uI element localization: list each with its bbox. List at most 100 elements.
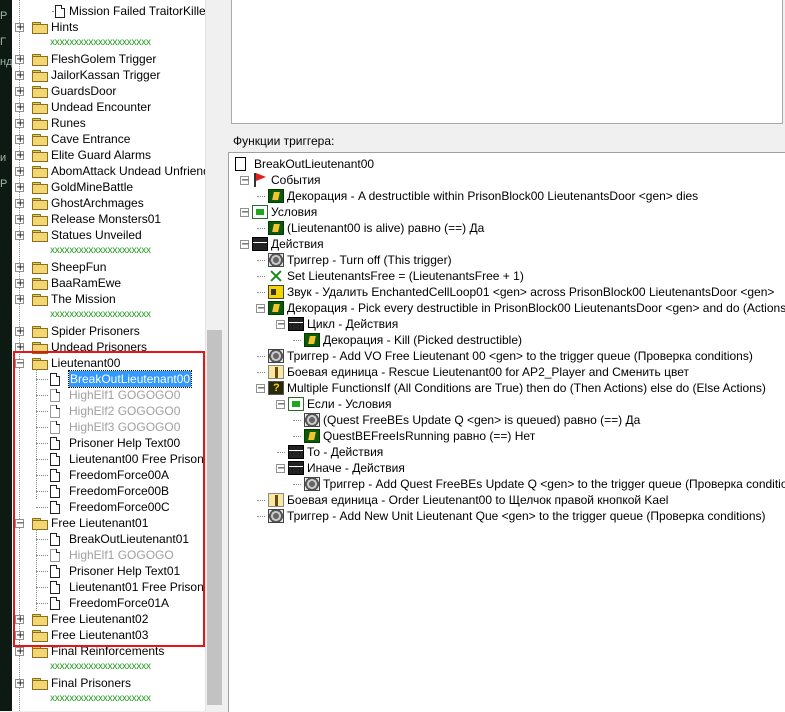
tree-scrollbar[interactable] [205, 0, 223, 711]
tree-trigger[interactable]: Prisoner Help Text01 [12, 563, 205, 579]
tree-folder[interactable]: + Cave Entrance [12, 131, 205, 147]
tree-trigger[interactable]: FreedomForce00C [12, 499, 205, 515]
collapse-icon[interactable]: − [15, 519, 24, 529]
tree-folder[interactable]: + The Mission [12, 291, 205, 307]
function-node[interactable]: Триггер - Turn off (This trigger) [229, 252, 785, 268]
tree-separator[interactable]: xxxxxxxxxxxxxxxxxxxxx [12, 659, 205, 675]
tree-trigger[interactable]: Mission Failed TraitorKilledLie [12, 3, 205, 19]
tree-folder[interactable]: − Lieutenant00 [12, 355, 205, 371]
tree-folder[interactable]: + Spider Prisoners [12, 323, 205, 339]
expand-icon[interactable]: + [15, 55, 24, 65]
function-node[interactable]: − Иначе - Действия [229, 460, 785, 476]
tree-folder[interactable]: + Undead Encounter [12, 99, 205, 115]
collapse-icon[interactable]: − [240, 240, 249, 250]
expand-icon[interactable]: + [15, 615, 24, 625]
tree-separator[interactable]: xxxxxxxxxxxxxxxxxxxxx [12, 307, 205, 323]
expand-icon[interactable]: + [15, 119, 24, 129]
function-node[interactable]: − Если - Условия [229, 396, 785, 412]
tree-folder[interactable]: + GhostArchmages [12, 195, 205, 211]
tree-trigger[interactable]: HighElf2 GOGOGO0 [12, 403, 205, 419]
expand-icon[interactable]: + [15, 199, 24, 209]
tree-folder[interactable]: + Statues Unveiled [12, 227, 205, 243]
expand-icon[interactable]: + [15, 215, 24, 225]
tree-folder[interactable]: + AbomAttack Undead Unfriendly [12, 163, 205, 179]
expand-icon[interactable]: + [15, 231, 24, 241]
expand-icon[interactable]: + [15, 263, 24, 273]
function-node[interactable]: Боевая единица - Order Lieutenant00 to Щ… [229, 492, 785, 508]
collapse-icon[interactable]: − [256, 384, 265, 394]
function-node[interactable]: Декорация - Kill (Picked destructible) [229, 332, 785, 348]
tree-folder[interactable]: + Final Prisoners [12, 675, 205, 691]
tree-trigger[interactable]: FreedomForce01A [12, 595, 205, 611]
tree-folder[interactable]: + Free Lieutenant03 [12, 627, 205, 643]
expand-icon[interactable]: + [15, 647, 24, 657]
expand-icon[interactable]: + [15, 167, 24, 177]
function-node[interactable]: Звук - Удалить EnchantedCellLoop01 <gen>… [229, 284, 785, 300]
function-node[interactable]: Триггер - Add Quest FreeBEs Update Q <ge… [229, 476, 785, 492]
tree-trigger[interactable]: Lieutenant01 Free Prisoners( [12, 579, 205, 595]
function-node[interactable]: То - Действия [229, 444, 785, 460]
tree-separator[interactable]: xxxxxxxxxxxxxxxxxxxxx [12, 243, 205, 259]
tree-folder[interactable]: + Release Monsters01 [12, 211, 205, 227]
tree-trigger[interactable]: BreakOutLieutenant01 [12, 531, 205, 547]
function-node[interactable]: (Quest FreeBEs Update Q <gen> is queued)… [229, 412, 785, 428]
tree-folder[interactable]: + FleshGolem Trigger [12, 51, 205, 67]
tree-folder[interactable]: + GuardsDoor [12, 83, 205, 99]
collapse-icon[interactable]: − [240, 208, 249, 218]
function-node[interactable]: − Цикл - Действия [229, 316, 785, 332]
collapse-icon[interactable]: − [276, 464, 285, 474]
function-node[interactable]: Боевая единица - Rescue Lieutenant00 for… [229, 364, 785, 380]
collapse-icon[interactable]: − [256, 304, 265, 314]
function-node[interactable]: Триггер - Add VO Free Lieutenant 00 <gen… [229, 348, 785, 364]
collapse-icon[interactable]: − [15, 359, 24, 369]
tree-separator[interactable]: xxxxxxxxxxxxxxxxxxxxx [12, 35, 205, 51]
expand-icon[interactable]: + [15, 631, 24, 641]
tree-scrollbar-thumb[interactable] [207, 330, 222, 705]
tree-folder[interactable]: + SheepFun [12, 259, 205, 275]
expand-icon[interactable]: + [15, 279, 24, 289]
function-node[interactable]: BreakOutLieutenant00 [229, 156, 785, 172]
tree-trigger[interactable]: FreedomForce00A [12, 467, 205, 483]
function-node[interactable]: (Lieutenant00 is alive) равно (==) Да [229, 220, 785, 236]
tree-trigger[interactable]: HighElf1 GOGOGO [12, 547, 205, 563]
function-node[interactable]: Триггер - Add New Unit Lieutenant Que <g… [229, 508, 785, 524]
tree-separator[interactable]: xxxxxxxxxxxxxxxxxxxxx [12, 691, 205, 707]
expand-icon[interactable]: + [15, 295, 24, 305]
collapse-icon[interactable]: − [276, 400, 285, 410]
tree-folder[interactable]: + JailorKassan Trigger [12, 67, 205, 83]
function-node[interactable]: Декорация - A destructible within Prison… [229, 188, 785, 204]
tree-trigger[interactable]: FreedomForce00B [12, 483, 205, 499]
collapse-icon[interactable]: − [276, 320, 285, 330]
function-node[interactable]: − Действия [229, 236, 785, 252]
tree-folder[interactable]: + Runes [12, 115, 205, 131]
tree-folder[interactable]: + GoldMineBattle [12, 179, 205, 195]
tree-folder[interactable]: + Undead Prisoners [12, 339, 205, 355]
expand-icon[interactable]: + [15, 87, 24, 97]
function-node[interactable]: − Декорация - Pick every destructible in … [229, 300, 785, 316]
tree-folder[interactable]: + Final Reinforcements [12, 643, 205, 659]
tree-trigger[interactable]: BreakOutLieutenant00 [12, 370, 205, 388]
tree-folder[interactable]: − Free Lieutenant01 [12, 515, 205, 531]
function-node[interactable]: − Multiple FunctionsIf (All Conditions ar… [229, 380, 785, 396]
collapse-icon[interactable]: − [240, 176, 249, 186]
expand-icon[interactable]: + [15, 679, 24, 689]
tree-trigger[interactable]: Lieutenant00 Free Prisoners( [12, 451, 205, 467]
tree-trigger[interactable]: HighElf1 GOGOGO0 [12, 387, 205, 403]
expand-icon[interactable]: + [15, 343, 24, 353]
trigger-comment-box[interactable] [231, 0, 783, 124]
expand-icon[interactable]: + [15, 103, 24, 113]
trigger-functions-tree[interactable]: BreakOutLieutenant00− События Декорация - … [228, 152, 785, 712]
expand-icon[interactable]: + [15, 327, 24, 337]
tree-trigger[interactable]: HighElf3 GOGOGO0 [12, 419, 205, 435]
trigger-tree-panel[interactable]: Mission Failed TraitorKilledLie + Hints xxx… [12, 0, 205, 711]
expand-icon[interactable]: + [15, 71, 24, 81]
tree-trigger[interactable]: Prisoner Help Text00 [12, 435, 205, 451]
function-node[interactable]: Set LieutenantsFree = (LieutenantsFree +… [229, 268, 785, 284]
expand-icon[interactable]: + [15, 183, 24, 193]
function-node[interactable]: − События [229, 172, 785, 188]
function-node[interactable]: − Условия [229, 204, 785, 220]
tree-folder[interactable]: + Elite Guard Alarms [12, 147, 205, 163]
tree-folder[interactable]: + Free Lieutenant02 [12, 611, 205, 627]
expand-icon[interactable]: + [15, 23, 24, 33]
tree-folder[interactable]: + Hints [12, 19, 205, 35]
